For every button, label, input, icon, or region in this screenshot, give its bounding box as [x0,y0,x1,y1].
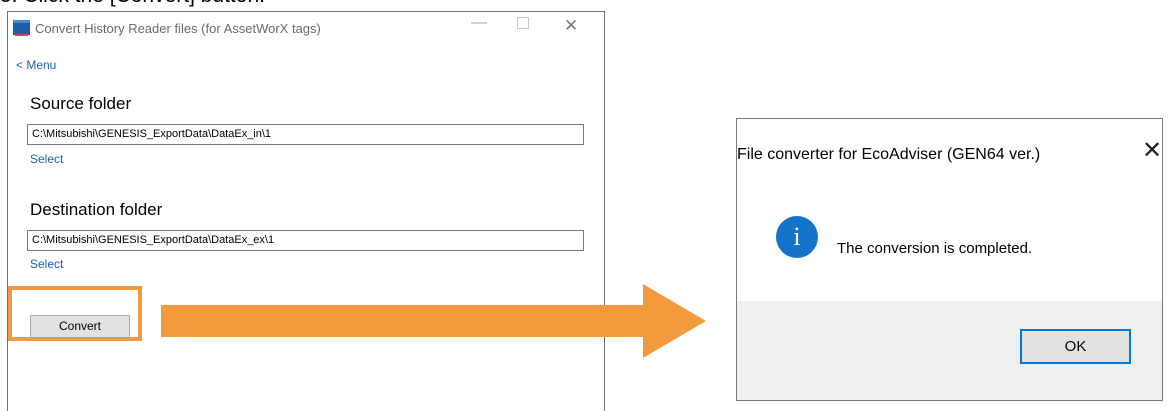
maximize-button[interactable] [517,17,529,29]
source-select-link[interactable]: Select [30,152,63,166]
dialog-footer: OK [737,301,1162,400]
dialog-title: File converter for EcoAdviser (GEN64 ver… [737,146,1041,163]
close-button[interactable]: ✕ [564,16,578,36]
info-icon: i [776,216,818,258]
destination-folder-label: Destination folder [30,200,163,219]
dialog-message: The conversion is completed. [837,240,1033,257]
app-icon [13,20,30,36]
convert-highlight-box [8,286,142,341]
completion-dialog: File converter for EcoAdviser (GEN64 ver… [736,118,1163,401]
destination-select-link[interactable]: Select [30,257,63,271]
destination-folder-input[interactable]: C:\Mitsubishi\GENESIS_ExportData\DataEx_… [27,230,584,251]
menu-back-link[interactable]: < Menu [16,58,56,72]
step-caption: 5. Click the [Convert] button. [0,0,265,8]
dialog-close-button[interactable]: ✕ [1142,139,1162,163]
title-bar: Convert History Reader files (for AssetW… [8,12,604,44]
source-folder-input[interactable]: C:\Mitsubishi\GENESIS_ExportData\DataEx_… [27,124,584,145]
minimize-button[interactable]: — [471,14,487,32]
source-folder-label: Source folder [30,94,132,113]
window-title: Convert History Reader files (for AssetW… [35,21,321,36]
flow-arrow-icon [161,284,706,358]
ok-button[interactable]: OK [1020,329,1131,364]
